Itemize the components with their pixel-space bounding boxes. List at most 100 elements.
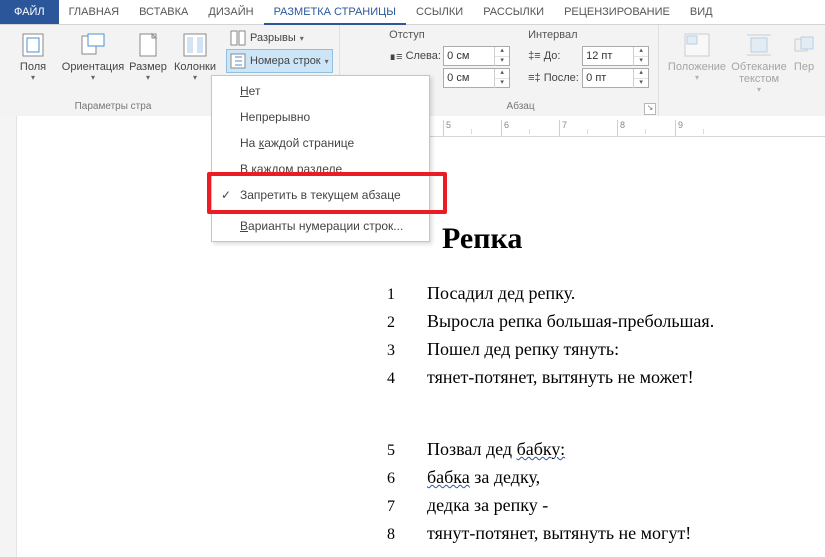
doc-title: Репка <box>387 222 815 256</box>
tab-insert[interactable]: ВСТАВКА <box>129 0 198 24</box>
spacing-before-value: 12 пт <box>583 50 633 62</box>
menu-item-suppress[interactable]: ✓Запретить в текущем абзаце <box>212 182 429 208</box>
ruler-tick: 7 <box>559 120 617 136</box>
indent-left-field[interactable]: 0 см ▴▾ <box>443 46 510 66</box>
spinner-up-icon[interactable]: ▴ <box>495 47 509 57</box>
line-number: 7 <box>387 494 427 520</box>
spacing-before-label: До: <box>544 50 561 62</box>
check-icon: ✓ <box>218 188 234 202</box>
columns-label: Колонки <box>174 61 216 73</box>
spinner-down-icon[interactable]: ▾ <box>495 57 509 66</box>
line-number: 6 <box>387 466 427 492</box>
size-button[interactable]: Размер ▾ <box>126 27 170 82</box>
wrap-text-icon <box>744 31 774 59</box>
indent-header: Отступ <box>389 29 510 43</box>
tab-home[interactable]: ГЛАВНАЯ <box>59 0 129 24</box>
indent-left-value: 0 см <box>444 50 494 62</box>
line-numbers-button[interactable]: Номера строк ▾ <box>226 49 333 73</box>
chevron-down-icon: ▾ <box>31 73 35 82</box>
tab-page-layout[interactable]: РАЗМЕТКА СТРАНИЦЫ <box>264 0 406 25</box>
ruler-tick: 8 <box>617 120 675 136</box>
menu-separator <box>216 210 425 211</box>
spacing-after-icon: ≡‡ <box>528 72 541 84</box>
menu-item-each-page[interactable]: На каждой странице <box>212 130 429 156</box>
spinner-up-icon[interactable]: ▴ <box>634 47 648 57</box>
indent-right-value: 0 см <box>444 72 494 84</box>
spacing-before-icon: ‡≡ <box>528 50 541 62</box>
tab-view[interactable]: ВИД <box>680 0 723 24</box>
columns-button[interactable]: Колонки ▾ <box>170 27 220 82</box>
bring-forward-button[interactable]: Пер <box>789 27 819 73</box>
chevron-down-icon: ▾ <box>91 73 95 82</box>
menu-item-options[interactable]: Варианты нумерации строк... <box>212 213 429 239</box>
indent-right-field[interactable]: 0 см ▴▾ <box>443 68 510 88</box>
line-text: Выросла репка большая-пребольшая. <box>427 308 815 334</box>
bring-forward-label: Пер <box>794 61 814 73</box>
wrap-text-label: Обтекание текстом <box>729 61 789 85</box>
tab-design[interactable]: ДИЗАЙН <box>198 0 263 24</box>
line-text: дедка за репку - <box>427 492 815 518</box>
vertical-ruler <box>0 116 17 557</box>
ruler-tick: 9 <box>675 120 733 136</box>
orientation-label: Ориентация <box>62 61 124 73</box>
margins-icon <box>18 31 48 59</box>
orientation-button[interactable]: Ориентация ▾ <box>60 27 126 82</box>
position-icon <box>682 31 712 59</box>
indent-left-icon: ∎≡ <box>389 50 402 63</box>
spacing-after-value: 0 пт <box>583 72 633 84</box>
wrap-text-button[interactable]: Обтекание текстом ▾ <box>729 27 789 94</box>
spinner-up-icon[interactable]: ▴ <box>634 69 648 79</box>
menu-item-none[interactable]: Нет <box>212 78 429 104</box>
chevron-down-icon: ▾ <box>325 57 329 66</box>
ribbon-tabs: ФАЙЛ ГЛАВНАЯ ВСТАВКА ДИЗАЙН РАЗМЕТКА СТР… <box>0 0 825 25</box>
columns-icon <box>180 31 210 59</box>
line-number: 1 <box>387 282 427 308</box>
position-button[interactable]: Положение ▾ <box>665 27 729 82</box>
size-icon <box>133 31 163 59</box>
line-number: 2 <box>387 310 427 336</box>
line-number: 3 <box>387 338 427 364</box>
tab-review[interactable]: РЕЦЕНЗИРОВАНИЕ <box>554 0 680 24</box>
breaks-label: Разрывы <box>250 32 296 44</box>
line-numbers-menu: Нет Непрерывно На каждой странице В кажд… <box>211 75 430 242</box>
line-number: 8 <box>387 522 427 548</box>
line-numbers-label: Номера строк <box>250 55 321 67</box>
spacing-after-field[interactable]: 0 пт ▴▾ <box>582 68 649 88</box>
margins-button[interactable]: Поля ▾ <box>6 27 60 82</box>
spinner-down-icon[interactable]: ▾ <box>495 79 509 88</box>
line-text: бабка за дедку, <box>427 464 815 490</box>
line-number: 4 <box>387 366 427 392</box>
page-setup-group-label: Параметры стра <box>6 101 220 117</box>
spacing-before-field[interactable]: 12 пт ▴▾ <box>582 46 649 66</box>
menu-item-continuous[interactable]: Непрерывно <box>212 104 429 130</box>
chevron-down-icon: ▾ <box>300 34 304 43</box>
tab-references[interactable]: ССЫЛКИ <box>406 0 473 24</box>
line-text: тянут-потянет, вытянуть не могут! <box>427 520 815 546</box>
spinner-up-icon[interactable]: ▴ <box>495 69 509 79</box>
line-text: тянет-потянет, вытянуть не может! <box>427 364 815 390</box>
tab-file[interactable]: ФАЙЛ <box>0 0 59 24</box>
breaks-button[interactable]: Разрывы ▾ <box>226 27 333 49</box>
chevron-down-icon: ▾ <box>695 73 699 82</box>
bring-forward-icon <box>789 31 819 59</box>
paragraph-dialog-launcher[interactable]: ↘ <box>644 103 656 115</box>
line-number: 5 <box>387 438 427 464</box>
chevron-down-icon: ▾ <box>757 85 761 94</box>
spinner-down-icon[interactable]: ▾ <box>634 79 648 88</box>
chevron-down-icon: ▾ <box>193 73 197 82</box>
ruler-tick: 6 <box>501 120 559 136</box>
ruler-tick: 5 <box>443 120 501 136</box>
line-text: Позвал дед бабку: <box>427 436 815 462</box>
line-text: Посадил дед репку. <box>427 280 815 306</box>
tab-mailings[interactable]: РАССЫЛКИ <box>473 0 554 24</box>
spinner-down-icon[interactable]: ▾ <box>634 57 648 66</box>
spacing-after-label: После: <box>544 72 579 84</box>
menu-item-each-section[interactable]: В каждом разделе <box>212 156 429 182</box>
breaks-icon <box>230 30 246 46</box>
spacing-header: Интервал <box>528 29 649 43</box>
indent-left-label: Слева: <box>406 50 441 62</box>
chevron-down-icon: ▾ <box>146 73 150 82</box>
orientation-icon <box>78 31 108 59</box>
margins-label: Поля <box>20 61 46 73</box>
position-label: Положение <box>668 61 726 73</box>
